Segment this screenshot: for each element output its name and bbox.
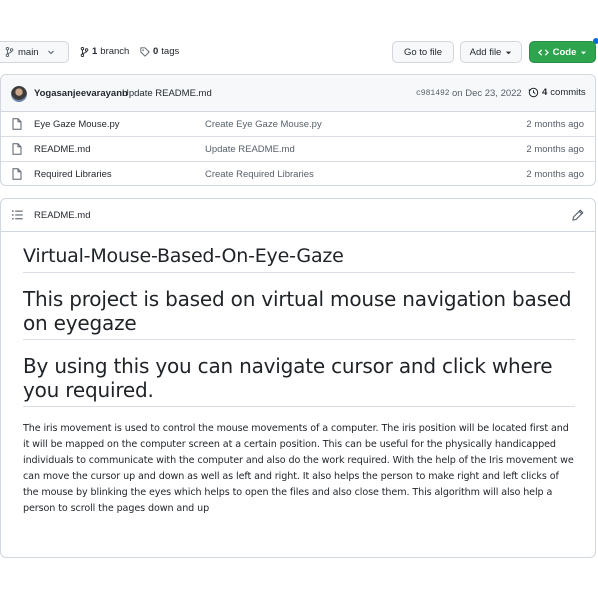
tags-label: tags — [161, 46, 180, 57]
readme-panel: README.md Virtual-Mouse-Based-On-Eye-Gaz… — [0, 198, 596, 558]
file-browser: Yogasanjeevarayann Update README.md c981… — [0, 74, 596, 186]
git-branch-icon — [80, 46, 89, 57]
add-file-label: Add file — [469, 46, 502, 58]
readme-heading: Virtual-Mouse-Based-On-Eye-Gaze — [23, 244, 575, 273]
file-commit-message[interactable]: Update README.md — [205, 144, 295, 155]
commit-date: on Dec 23, 2022 — [452, 88, 522, 99]
file-age: 2 months ago — [526, 119, 584, 130]
readme-header: README.md — [1, 199, 595, 232]
file-row[interactable]: README.md Update README.md 2 months ago — [1, 137, 595, 162]
go-to-file-button[interactable]: Go to file — [392, 41, 454, 63]
branches-count: 1 — [92, 46, 98, 57]
branch-name: main — [18, 46, 39, 58]
branches-label: branch — [100, 46, 130, 57]
chevron-down-icon — [47, 50, 54, 55]
readme-content: Virtual-Mouse-Based-On-Eye-Gaze This pro… — [23, 244, 575, 517]
file-commit-message[interactable]: Create Eye Gaze Mouse.py — [205, 119, 322, 130]
file-name[interactable]: Required Libraries — [34, 169, 112, 180]
commit-author[interactable]: Yogasanjeevarayann — [34, 88, 128, 99]
list-icon[interactable] — [12, 210, 23, 220]
repo-toolbar: main 1 branch 0 tags Go to file Add file… — [0, 41, 598, 63]
readme-filename[interactable]: README.md — [34, 210, 90, 221]
code-button[interactable]: Code — [529, 41, 596, 63]
pencil-icon[interactable] — [572, 209, 584, 221]
readme-paragraph: The iris movement is used to control the… — [23, 423, 574, 514]
tags-count: 0 — [153, 46, 159, 57]
file-name[interactable]: Eye Gaze Mouse.py — [34, 119, 120, 130]
file-row[interactable]: Eye Gaze Mouse.py Create Eye Gaze Mouse.… — [1, 112, 595, 137]
file-row[interactable]: Required Libraries Create Required Libra… — [1, 162, 595, 185]
commits-link[interactable]: 4 commits — [528, 87, 586, 98]
chevron-down-icon — [506, 51, 512, 54]
file-icon — [12, 168, 22, 180]
latest-commit-row: Yogasanjeevarayann Update README.md c981… — [1, 75, 595, 112]
readme-heading: By using this you can navigate cursor an… — [23, 354, 575, 407]
file-age: 2 months ago — [526, 169, 584, 180]
commit-hash[interactable]: c981492 — [416, 89, 450, 98]
file-icon — [12, 118, 22, 130]
file-name[interactable]: README.md — [34, 144, 90, 155]
readme-heading: This project is based on virtual mouse n… — [23, 287, 575, 340]
branch-select-button[interactable]: main — [0, 41, 69, 63]
commits-count: 4 — [542, 87, 548, 98]
tag-icon — [140, 46, 150, 57]
tags-link[interactable]: 0 tags — [140, 46, 179, 57]
code-icon — [537, 48, 549, 56]
file-age: 2 months ago — [526, 144, 584, 155]
code-label: Code — [552, 46, 577, 58]
chevron-down-icon — [581, 51, 587, 54]
commits-label: commits — [550, 87, 586, 98]
git-branch-icon — [5, 47, 14, 57]
go-to-file-label: Go to file — [403, 46, 443, 58]
commit-message[interactable]: Update README.md — [122, 88, 212, 99]
history-icon — [528, 87, 539, 98]
file-icon — [12, 143, 22, 155]
avatar[interactable] — [11, 86, 27, 102]
file-commit-message[interactable]: Create Required Libraries — [205, 169, 314, 180]
branches-link[interactable]: 1 branch — [80, 46, 129, 57]
add-file-button[interactable]: Add file — [460, 41, 522, 63]
